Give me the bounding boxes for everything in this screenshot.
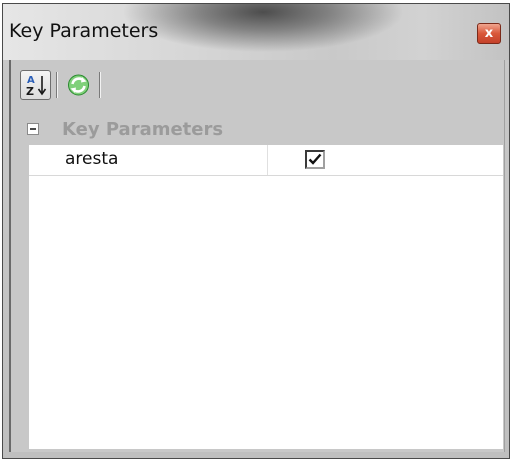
- property-name: aresta: [65, 149, 119, 169]
- close-icon: x: [484, 26, 494, 41]
- group-label: Key Parameters: [62, 119, 224, 140]
- group-header-row[interactable]: Key Parameters: [11, 118, 504, 144]
- property-toolbar: A Z: [20, 69, 106, 101]
- window-title: Key Parameters: [9, 20, 159, 42]
- property-row[interactable]: aresta: [29, 145, 503, 176]
- property-grid: aresta: [29, 145, 503, 449]
- refresh-button[interactable]: [63, 70, 94, 100]
- title-bar[interactable]: Key Parameters x: [3, 4, 509, 60]
- property-panel: A Z Key Parameters aresta: [9, 60, 505, 452]
- key-parameters-window: Key Parameters x A Z Key Parameters ares…: [2, 3, 510, 459]
- column-divider[interactable]: [267, 145, 268, 175]
- collapse-toggle-icon[interactable]: [27, 123, 39, 135]
- sort-alphabetical-icon: A Z: [26, 75, 47, 98]
- sort-alphabetical-button[interactable]: A Z: [20, 70, 51, 100]
- sort-letter-z: Z: [26, 85, 34, 98]
- toolbar-separator: [56, 72, 58, 98]
- property-value-checkbox[interactable]: [305, 150, 325, 169]
- toolbar-separator: [99, 72, 101, 98]
- checkmark-icon: [308, 153, 322, 165]
- refresh-icon: [68, 74, 89, 96]
- close-button[interactable]: x: [477, 23, 501, 44]
